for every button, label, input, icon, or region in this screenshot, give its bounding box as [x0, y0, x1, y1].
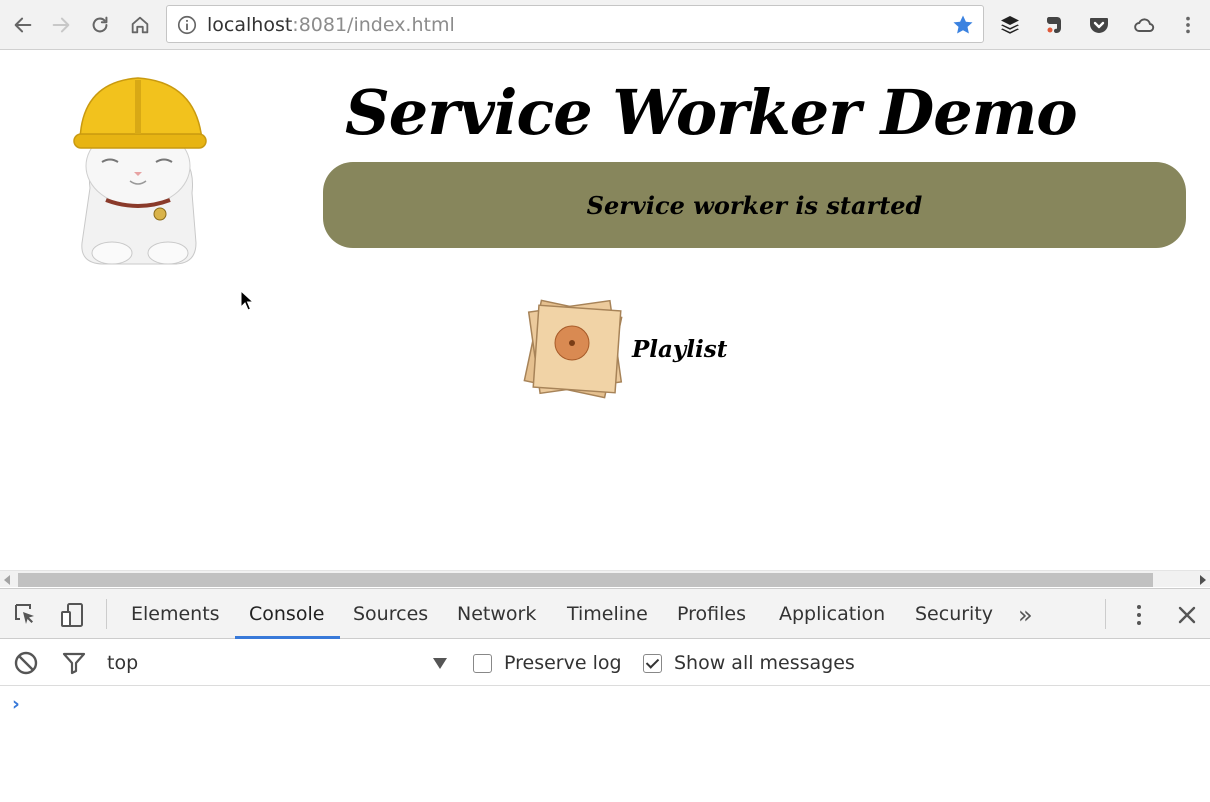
device-mode-icon — [61, 603, 83, 627]
tab-network[interactable]: Network — [457, 589, 536, 639]
address-bar[interactable]: localhost:8081/index.html — [166, 5, 984, 43]
reload-button[interactable] — [85, 10, 115, 40]
cloud-icon — [1134, 18, 1155, 32]
scrollbar-thumb[interactable] — [18, 573, 1153, 587]
tab-timeline[interactable]: Timeline — [567, 589, 648, 639]
evernote-icon — [1047, 17, 1061, 33]
devtools-panel: Elements Console Sources Network Timelin… — [0, 588, 1210, 802]
playlist-label: Playlist — [632, 335, 728, 363]
inspect-element-button[interactable] — [12, 601, 40, 629]
tab-profiles[interactable]: Profiles — [677, 589, 746, 639]
url-path: :8081/index.html — [292, 14, 455, 36]
home-button[interactable] — [125, 10, 155, 40]
browser-toolbar: localhost:8081/index.html — [0, 0, 1210, 50]
tab-sources[interactable]: Sources — [353, 589, 428, 639]
url-text[interactable]: localhost:8081/index.html — [207, 14, 455, 36]
pocket-extension-button[interactable] — [1086, 12, 1112, 38]
info-icon[interactable] — [176, 14, 198, 36]
buffer-extension-button[interactable] — [997, 12, 1023, 38]
dropdown-arrow-icon — [433, 658, 447, 669]
browser-menu-button[interactable] — [1177, 12, 1199, 38]
horizontal-scrollbar[interactable] — [0, 570, 1210, 587]
forward-icon — [52, 17, 70, 33]
scroll-left-arrow-icon[interactable] — [4, 575, 10, 585]
execution-context-select[interactable]: top — [107, 650, 452, 676]
page-viewport: Service Worker Demo Service worker is st… — [0, 50, 1210, 570]
preserve-log-label: Preserve log — [504, 652, 622, 674]
tab-elements[interactable]: Elements — [131, 589, 220, 639]
forward-button[interactable] — [46, 10, 76, 40]
preserve-log-checkbox[interactable] — [473, 653, 492, 673]
close-devtools-button[interactable] — [1173, 601, 1201, 629]
console-toolbar: top Preserve log Show all messages — [0, 640, 1210, 686]
show-all-messages-checkbox[interactable] — [643, 653, 662, 673]
inspect-cursor-icon — [15, 604, 34, 624]
vinyl-records-icon — [523, 299, 623, 399]
scroll-right-arrow-icon[interactable] — [1200, 575, 1206, 585]
playlist-link[interactable]: Playlist — [518, 290, 727, 408]
mouse-cursor-icon — [240, 290, 254, 311]
close-icon — [1178, 606, 1196, 624]
back-icon — [14, 17, 32, 33]
tab-security[interactable]: Security — [915, 589, 993, 639]
tab-application[interactable]: Application — [779, 589, 885, 639]
filter-icon[interactable] — [61, 650, 87, 676]
reload-icon — [92, 16, 108, 33]
buffer-icon — [1001, 16, 1019, 34]
preserve-log-option[interactable]: Preserve log — [473, 651, 622, 675]
toolbar-divider — [1105, 599, 1106, 629]
tab-console[interactable]: Console — [234, 589, 341, 639]
show-all-messages-option[interactable]: Show all messages — [643, 651, 855, 675]
devtools-tabbar: Elements Console Sources Network Timelin… — [0, 589, 1210, 639]
url-host: localhost — [207, 14, 293, 36]
page-title: Service Worker Demo — [345, 76, 1078, 149]
devtools-menu-button[interactable] — [1125, 601, 1153, 629]
evernote-extension-button[interactable] — [1041, 12, 1067, 38]
cloud-extension-button[interactable] — [1131, 12, 1157, 38]
menu-dots-icon — [1186, 16, 1190, 34]
back-button[interactable] — [8, 10, 38, 40]
toolbar-divider — [106, 599, 107, 629]
console-prompt[interactable]: › — [12, 693, 20, 715]
pocket-icon — [1090, 18, 1108, 33]
clear-console-icon[interactable] — [13, 650, 39, 676]
service-worker-status-banner: Service worker is started — [323, 162, 1186, 248]
builder-cat-image — [73, 77, 207, 265]
bookmark-star-icon[interactable] — [951, 13, 975, 37]
context-value: top — [107, 652, 139, 674]
home-icon — [131, 16, 149, 34]
show-all-messages-label: Show all messages — [674, 652, 855, 674]
device-toolbar-button[interactable] — [58, 601, 86, 629]
menu-dots-icon — [1137, 605, 1141, 625]
status-text: Service worker is started — [586, 190, 923, 220]
more-tabs-button[interactable]: » — [1018, 601, 1033, 629]
